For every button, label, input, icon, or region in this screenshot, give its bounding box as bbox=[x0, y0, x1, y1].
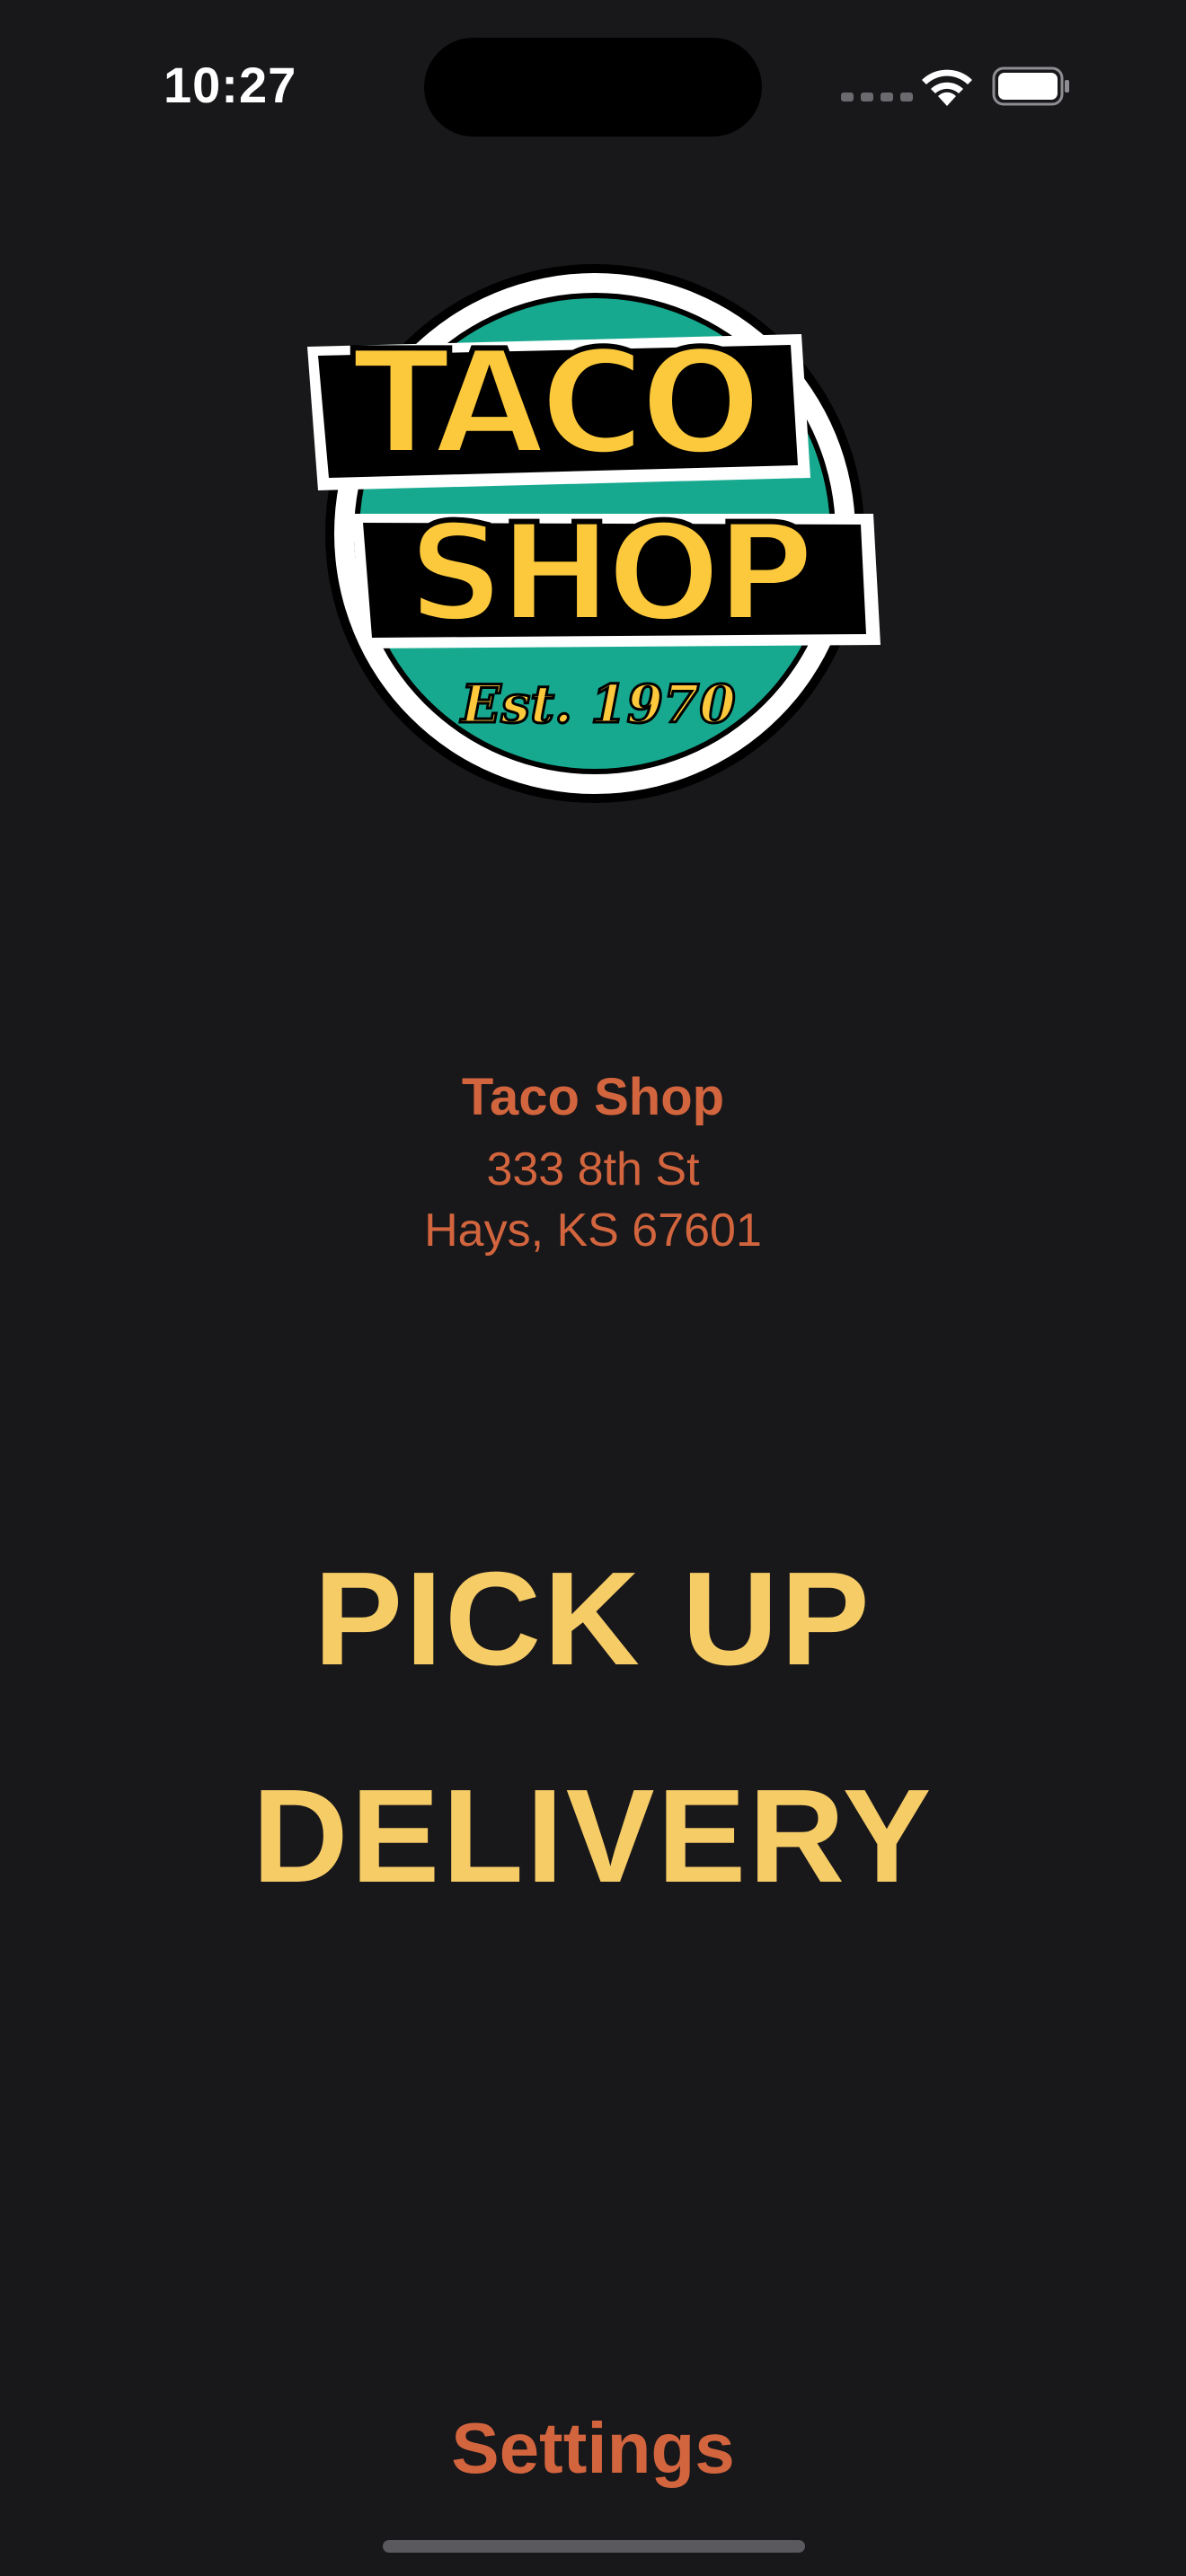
wifi-icon bbox=[922, 69, 972, 106]
status-bar: 10:27 bbox=[0, 0, 1186, 171]
store-address-city: Hays, KS 67601 bbox=[424, 1204, 762, 1257]
status-time: 10:27 bbox=[164, 57, 297, 113]
pickup-button[interactable]: PICK UP bbox=[0, 1543, 1186, 1696]
cellular-signal-icon bbox=[841, 93, 913, 101]
svg-text:TACO: TACO bbox=[352, 319, 757, 487]
store-address-street: 333 8th St bbox=[486, 1143, 700, 1195]
dynamic-island bbox=[424, 38, 762, 137]
svg-text:SHOP: SHOP bbox=[407, 496, 809, 652]
home-indicator[interactable] bbox=[383, 2540, 805, 2553]
battery-icon bbox=[992, 66, 1069, 106]
settings-button[interactable]: Settings bbox=[0, 2407, 1186, 2490]
taco-shop-logo: TACO TACO SHOP SHOP Est. 1970 bbox=[307, 264, 881, 803]
store-name: Taco Shop bbox=[461, 1068, 725, 1126]
svg-text:Est. 1970: Est. 1970 bbox=[459, 674, 735, 735]
delivery-button[interactable]: DELIVERY bbox=[0, 1760, 1186, 1913]
